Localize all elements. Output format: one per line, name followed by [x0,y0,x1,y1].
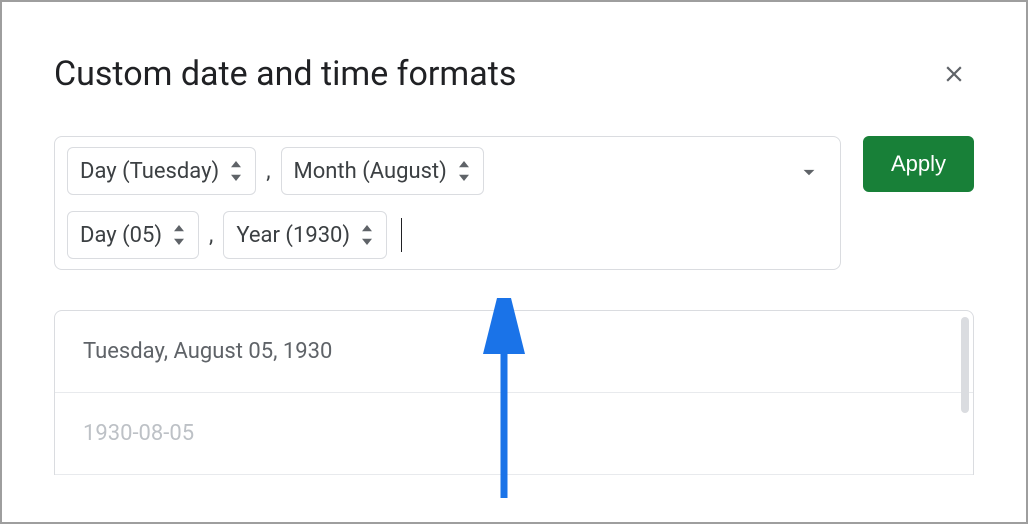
token-separator: , [207,211,215,259]
token-month-name[interactable]: Month (August) [281,147,484,195]
preset-item[interactable]: Tuesday, August 05, 1930 [55,311,973,393]
apply-button[interactable]: Apply [863,136,974,192]
controls-row: Day (Tuesday), Month (August) Day (05), Yea… [54,136,974,270]
close-icon [941,61,967,87]
stepper-icon [360,225,374,245]
token-stepper[interactable] [172,225,186,245]
token-year[interactable]: Year (1930) [223,211,387,259]
token-stepper[interactable] [360,225,374,245]
token-stepper[interactable] [229,161,243,181]
format-input-box[interactable]: Day (Tuesday), Month (August) Day (05), Yea… [54,136,841,270]
token-separator: , [264,147,272,195]
preset-list: Tuesday, August 05, 19301930-08-05 [54,310,974,475]
stepper-icon [229,161,243,181]
stepper-icon [457,161,471,181]
dialog-title: Custom date and time formats [54,54,516,94]
preset-item[interactable]: 1930-08-05 [55,393,973,475]
close-button[interactable] [934,54,974,94]
scrollbar-thumb[interactable] [961,317,969,413]
token-label: Day (Tuesday) [80,159,219,184]
token-day-name[interactable]: Day (Tuesday) [67,147,256,195]
token-label: Year (1930) [236,223,350,248]
token-label: Month (August) [294,159,447,184]
text-cursor [401,218,402,252]
token-day-number[interactable]: Day (05) [67,211,199,259]
token-stepper[interactable] [457,161,471,181]
chevron-down-icon [796,159,822,185]
token-label: Day (05) [80,223,162,248]
stepper-icon [172,225,186,245]
add-token-dropdown[interactable] [796,159,822,189]
custom-date-time-dialog: Custom date and time formats Day (Tuesda… [0,0,1028,524]
dialog-header: Custom date and time formats [54,54,974,94]
